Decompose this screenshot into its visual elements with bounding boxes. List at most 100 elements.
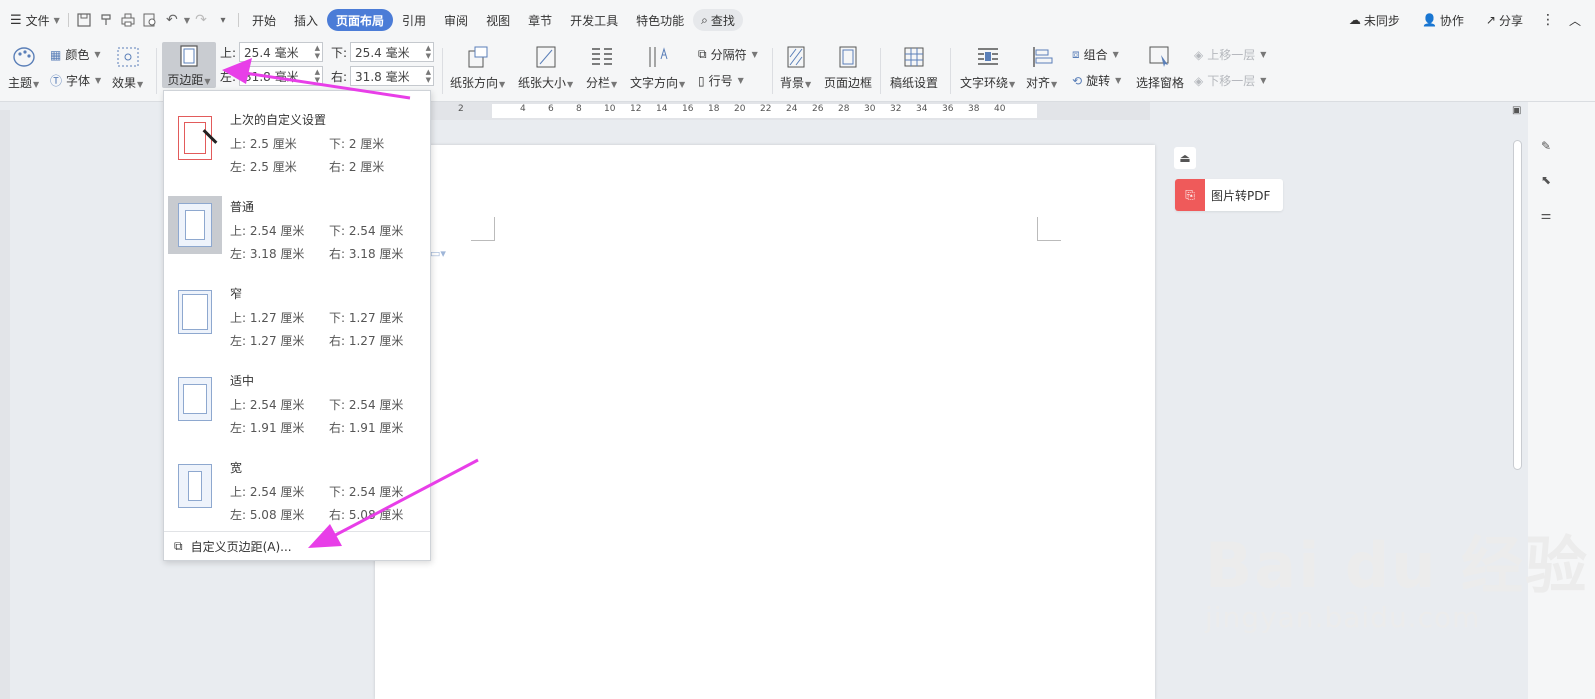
- search-icon: ⌕: [701, 12, 708, 27]
- margin-bottom-spinner[interactable]: 下: 25.4 毫米 ▲ ▼: [331, 42, 435, 62]
- effect-button[interactable]: 效果▼: [112, 44, 143, 91]
- save-status-icon: ▣: [1512, 105, 1522, 116]
- margin-preset-moderate[interactable]: 适中 上: 2.54 厘米 下: 2.54 厘米 左: 1.91 厘米 右: 1…: [164, 356, 430, 442]
- more-icon[interactable]: ⋮: [1541, 12, 1555, 28]
- font-button[interactable]: Ⓣ 字体 ▼: [50, 72, 101, 89]
- margin-right-spinner[interactable]: 右: 31.8 毫米 ▲ ▼: [331, 66, 435, 86]
- share-icon: ↗: [1485, 13, 1496, 27]
- vertical-scrollbar[interactable]: ▣: [1510, 102, 1524, 699]
- custom-margin-icon: ⧉: [174, 539, 183, 553]
- align-icon: [1029, 44, 1055, 70]
- print-icon[interactable]: [117, 9, 139, 31]
- margin-corner-marker: [471, 217, 495, 241]
- tab-home[interactable]: 开始: [243, 9, 285, 31]
- image-to-pdf-button[interactable]: ⎘ 图片转PDF: [1175, 179, 1283, 211]
- margin-preset-normal[interactable]: 普通 上: 2.54 厘米 下: 2.54 厘米 左: 3.18 厘米 右: 3…: [164, 182, 430, 268]
- menubar-right: ☁ 未同步 👤 协作 ↗ 分享 ⋮ ︿: [1345, 0, 1595, 40]
- sliders-icon[interactable]: ⚌: [1536, 205, 1556, 225]
- customize-toolbar-icon[interactable]: ▾: [212, 9, 234, 31]
- search-button[interactable]: ⌕ 查找: [693, 9, 743, 31]
- page-preview-icon: [178, 116, 218, 160]
- margin-preset-last-custom[interactable]: 上次的自定义设置 上: 2.5 厘米 下: 2 厘米 左: 2.5 厘米 右: …: [164, 95, 430, 181]
- margin-top-spinner[interactable]: 上: 25.4 毫米 ▲ ▼: [220, 42, 324, 62]
- selection-pane-button[interactable]: 选择窗格: [1136, 44, 1184, 91]
- cursor-icon[interactable]: ⬉: [1536, 170, 1556, 190]
- orientation-icon: [465, 44, 491, 70]
- tab-review[interactable]: 审阅: [435, 9, 477, 31]
- send-backward-button[interactable]: ◈ 下移一层 ▼: [1194, 72, 1266, 89]
- text-direction-button[interactable]: 文字方向▼: [630, 44, 685, 91]
- page-preview-icon: [178, 290, 212, 334]
- tab-view[interactable]: 视图: [477, 9, 519, 31]
- text-direction-icon: [645, 44, 671, 70]
- line-numbers-button[interactable]: ▯ 行号 ▼: [698, 72, 744, 89]
- background-icon: [783, 44, 809, 70]
- vertical-ruler[interactable]: [0, 110, 10, 699]
- tab-section[interactable]: 章节: [519, 9, 561, 31]
- background-button[interactable]: 背景▼: [780, 44, 811, 91]
- share-button[interactable]: ↗ 分享: [1482, 9, 1527, 31]
- paper-size-button[interactable]: 纸张大小▼: [518, 44, 573, 91]
- wrap-text-button[interactable]: 文字环绕▼: [960, 44, 1015, 91]
- effect-icon: [115, 44, 141, 70]
- rotate-button[interactable]: ⟲ 旋转 ▼: [1072, 72, 1121, 89]
- sync-button[interactable]: ☁ 未同步: [1345, 9, 1404, 31]
- group-icon: ⧈: [1072, 47, 1080, 61]
- hamburger-icon: ☰: [10, 12, 22, 28]
- pen-icon[interactable]: ✎: [1536, 136, 1556, 156]
- paste-options-icon[interactable]: ▭▾: [430, 247, 446, 260]
- grid-paper-icon: [901, 44, 927, 70]
- page-preview-icon: [178, 203, 212, 247]
- send-backward-icon: ◈: [1194, 73, 1204, 88]
- print-preview-icon[interactable]: [139, 9, 161, 31]
- file-menu[interactable]: ☰ 文件 ▼: [6, 9, 64, 31]
- columns-icon: [589, 44, 615, 70]
- page-margin-icon: [176, 44, 202, 67]
- margin-preset-narrow[interactable]: 窄 上: 1.27 厘米 下: 1.27 厘米 左: 1.27 厘米 右: 1.…: [164, 269, 430, 355]
- breaks-button[interactable]: ⧉ 分隔符 ▼: [698, 46, 758, 63]
- format-painter-icon[interactable]: [95, 9, 117, 31]
- color-grid-icon: ▦: [50, 47, 62, 62]
- tab-developer[interactable]: 开发工具: [561, 9, 627, 31]
- draft-paper-button[interactable]: 稿纸设置: [890, 44, 938, 91]
- color-button[interactable]: ▦ 颜色 ▼: [50, 46, 101, 63]
- margins-dropdown: 上次的自定义设置 上: 2.5 厘米 下: 2 厘米 左: 2.5 厘米 右: …: [163, 90, 431, 561]
- tab-insert[interactable]: 插入: [285, 9, 327, 31]
- redo-icon[interactable]: ↷: [190, 9, 212, 31]
- tab-page-layout[interactable]: 页面布局: [327, 9, 394, 31]
- group-button[interactable]: ⧈ 组合 ▼: [1072, 46, 1119, 63]
- rotate-icon: ⟲: [1072, 73, 1083, 88]
- chevron-down-icon: ▼: [53, 15, 60, 25]
- collab-button[interactable]: 👤 协作: [1418, 9, 1468, 31]
- collapse-ribbon-icon[interactable]: ︿: [1569, 12, 1581, 29]
- align-button[interactable]: 对齐▼: [1026, 44, 1057, 91]
- document-page[interactable]: ▭▾: [375, 145, 1155, 699]
- selection-pane-icon: [1147, 44, 1173, 70]
- custom-margins-item[interactable]: ⧉ 自定义页边距(A)...: [164, 531, 430, 561]
- margins-button[interactable]: 页边距▼: [162, 42, 216, 88]
- tab-special[interactable]: 特色功能: [627, 9, 693, 31]
- user-add-icon: 👤: [1421, 13, 1437, 27]
- orientation-button[interactable]: 纸张方向▼: [450, 44, 505, 91]
- undo-icon[interactable]: ↶: [161, 9, 183, 31]
- save-icon[interactable]: [73, 9, 95, 31]
- horizontal-ruler[interactable]: 2 4 6 8 10 12 14 16 18 20 22 24 26 28 30…: [430, 102, 1150, 120]
- palette-icon: [11, 44, 37, 70]
- eject-icon[interactable]: ⏏: [1174, 147, 1196, 169]
- paper-size-icon: [533, 44, 559, 70]
- theme-button[interactable]: 主题▼: [8, 44, 39, 91]
- columns-button[interactable]: 分栏▼: [586, 44, 617, 91]
- margin-corner-marker: [1037, 217, 1061, 241]
- font-icon: Ⓣ: [50, 74, 63, 88]
- side-toolbar: ✎ ⬉ ⚌: [1528, 102, 1595, 699]
- margin-preset-wide[interactable]: 宽 上: 2.54 厘米 下: 2.54 厘米 左: 5.08 厘米 右: 5.…: [164, 443, 430, 529]
- tab-references[interactable]: 引用: [393, 9, 435, 31]
- scrollbar-thumb[interactable]: [1513, 140, 1522, 470]
- margin-left-spinner[interactable]: 左: 31.8 毫米 ▲ ▼: [220, 66, 324, 86]
- cloud-icon: ☁: [1348, 13, 1361, 27]
- page-border-icon: [835, 44, 861, 70]
- menu-bar: ☰ 文件 ▼ ↶ ▼ ↷ ▾ 开始 插入 页面布局 引用 审阅 视图 章节 开发…: [0, 0, 1595, 40]
- wrap-text-icon: [975, 44, 1001, 70]
- bring-forward-button[interactable]: ◈ 上移一层 ▼: [1194, 46, 1266, 63]
- page-border-button[interactable]: 页面边框: [824, 44, 872, 91]
